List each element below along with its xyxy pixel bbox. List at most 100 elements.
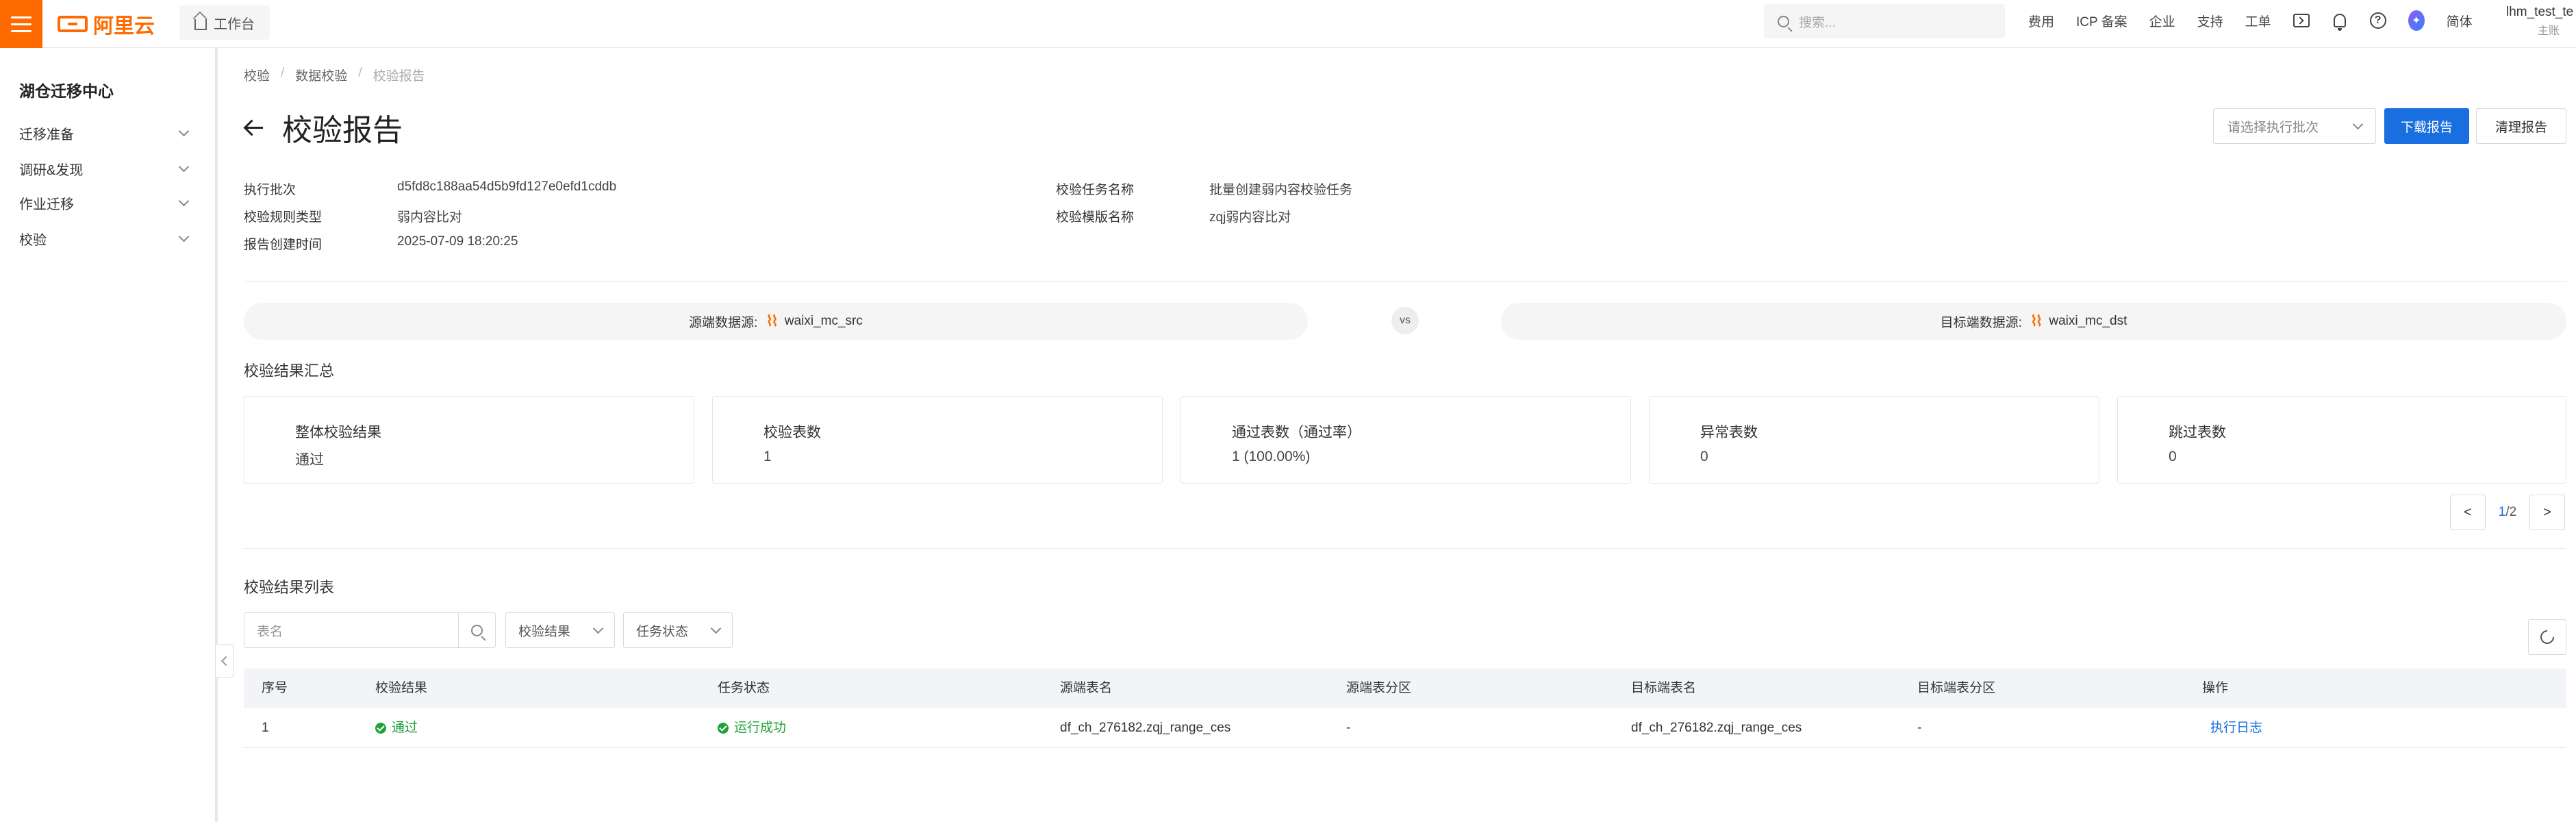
divider (244, 281, 2566, 282)
cell-target-partition: - (1917, 721, 1922, 735)
bell-icon[interactable] (2332, 12, 2348, 31)
aliyun-logo[interactable]: 阿里云 (58, 11, 155, 38)
filter-result-label: 校验结果 (518, 624, 571, 639)
list-title: 校验结果列表 (244, 579, 335, 596)
vs-badge: vs (1391, 307, 1419, 334)
target-value: waixi_mc_dst (2049, 314, 2127, 328)
table-search-button[interactable] (458, 613, 495, 647)
cell-source-partition: - (1346, 721, 1351, 735)
stat-label: 整体校验结果 (295, 425, 381, 440)
top-links: 费用 ICP 备案 企业 支持 工单 ? ✦ 简体 (2028, 0, 2473, 41)
top-link-enterprise[interactable]: 企业 (2149, 12, 2175, 30)
clear-report-button[interactable]: 清理报告 (2476, 108, 2566, 144)
sidebar-item-job-migration[interactable]: 作业迁移 (19, 190, 190, 215)
account-menu[interactable]: lhm_test_te 主账 (2506, 3, 2573, 41)
pager-next-button[interactable]: > (2529, 495, 2565, 530)
ai-assistant-icon[interactable]: ✦ (2408, 10, 2425, 31)
target-label: 目标端数据源: (1940, 315, 2022, 330)
sidebar-item-migration-prep[interactable]: 迁移准备 (19, 121, 190, 145)
status-text: 运行成功 (734, 721, 787, 735)
summary-title: 校验结果汇总 (244, 362, 335, 379)
info-key: 报告创建时间 (244, 238, 323, 252)
top-link-icp[interactable]: ICP 备案 (2076, 12, 2127, 30)
search-placeholder: 搜索... (1799, 15, 1836, 30)
sidebar-item-validation[interactable]: 校验 (19, 226, 190, 251)
sidebar-item-label: 校验 (19, 232, 47, 248)
chevron-left-icon (220, 656, 231, 667)
stat-label: 校验表数 (763, 425, 821, 440)
sidebar: 湖仓迁移中心 迁移准备 调研&发现 作业迁移 校验 (0, 48, 218, 822)
maxcompute-icon: ⌇⌇ (2030, 312, 2043, 329)
page-title: 校验报告 (282, 114, 403, 147)
pager-total: /2 (2505, 505, 2517, 519)
account-name: lhm_test_te (2506, 5, 2574, 19)
stat-label: 跳过表数 (2169, 425, 2226, 440)
global-search-input[interactable]: 搜索... (1764, 4, 2005, 38)
chevron-down-icon (178, 195, 190, 206)
source-value: waixi_mc_src (784, 314, 863, 328)
col-index: 序号 (262, 681, 288, 695)
filter-status-select[interactable]: 任务状态 (623, 612, 733, 648)
table-header: 序号 校验结果 任务状态 源端表名 源端表分区 目标端表名 目标端表分区 操作 (244, 669, 2566, 708)
info-value: zqj弱内容比对 (1209, 210, 1291, 225)
filter-result-select[interactable]: 校验结果 (505, 612, 615, 648)
col-action: 操作 (2202, 681, 2229, 695)
stat-value: 0 (2169, 449, 2177, 464)
sidebar-title: 湖仓迁移中心 (19, 82, 114, 100)
help-icon[interactable]: ? (2369, 12, 2386, 29)
check-circle-icon (718, 723, 729, 734)
stat-card-skipped: 跳过表数 0 (2117, 396, 2566, 484)
filter-status-label: 任务状态 (636, 624, 689, 639)
menu-icon[interactable] (0, 0, 42, 48)
aliyun-logo-icon (58, 16, 88, 32)
target-datasource: 目标端数据源: ⌇⌇ waixi_mc_dst (1501, 303, 2566, 340)
main-content: 校验 / 数据校验 / 校验报告 校验报告 请选择执行批次 下载报告 清理报告 … (244, 48, 2566, 822)
col-source-partition: 源端表分区 (1346, 681, 1412, 695)
sidebar-collapse-button[interactable] (215, 644, 234, 678)
table-name-search[interactable]: 表名 (244, 612, 496, 648)
sidebar-item-research[interactable]: 调研&发现 (19, 156, 190, 181)
divider (244, 548, 2566, 549)
breadcrumb-item-data-validation[interactable]: 数据校验 (295, 66, 347, 84)
table-row: 1 通过 运行成功 df_ch_276182.zqj_range_ces - d… (244, 708, 2566, 748)
stat-label: 异常表数 (1700, 425, 1758, 440)
check-circle-icon (375, 723, 386, 734)
breadcrumb-item-validation[interactable]: 校验 (244, 66, 270, 84)
batch-select[interactable]: 请选择执行批次 (2213, 108, 2376, 144)
home-icon (194, 19, 207, 30)
col-target-table: 目标端表名 (1631, 681, 1697, 695)
sidebar-item-label: 作业迁移 (19, 197, 74, 212)
breadcrumb-separator: / (281, 66, 285, 80)
cell-result: 通过 (375, 708, 418, 748)
execution-log-link[interactable]: 执行日志 (2210, 708, 2262, 748)
top-link-support[interactable]: 支持 (2197, 12, 2223, 30)
col-result: 校验结果 (375, 681, 428, 695)
info-value: 批量创建弱内容校验任务 (1209, 183, 1353, 197)
download-report-button[interactable]: 下载报告 (2384, 108, 2469, 144)
refresh-button[interactable] (2528, 619, 2566, 655)
back-arrow-icon[interactable] (244, 117, 264, 138)
maxcompute-icon: ⌇⌇ (766, 312, 779, 329)
stat-card-checked: 校验表数 1 (712, 396, 1163, 484)
refresh-icon (2537, 627, 2558, 647)
sidebar-item-label: 调研&发现 (19, 162, 84, 178)
breadcrumb-item-current: 校验报告 (372, 69, 425, 84)
top-link-billing[interactable]: 费用 (2028, 12, 2054, 30)
account-role: 主账 (2538, 25, 2560, 37)
summary-pager: < 1/2 > (2450, 495, 2565, 530)
stat-card-overall: 整体校验结果 通过 (244, 396, 694, 484)
language-switch[interactable]: 简体 (2447, 12, 2473, 30)
workbench-button[interactable]: 工作台 (179, 5, 270, 40)
info-key: 执行批次 (244, 183, 296, 197)
chevron-down-icon (592, 623, 604, 634)
terminal-icon[interactable] (2293, 12, 2310, 29)
col-target-partition: 目标端表分区 (1917, 681, 1996, 695)
chevron-down-icon (178, 125, 190, 136)
stat-card-passed: 通过表数（通过率） 1 (100.00%) (1180, 396, 1631, 484)
pager-prev-button[interactable]: < (2450, 495, 2486, 530)
top-link-ticket[interactable]: 工单 (2245, 12, 2271, 30)
cell-index: 1 (262, 721, 269, 735)
search-icon (471, 624, 483, 636)
info-value: 弱内容比对 (397, 210, 463, 225)
cell-target-table: df_ch_276182.zqj_range_ces (1631, 721, 1802, 735)
